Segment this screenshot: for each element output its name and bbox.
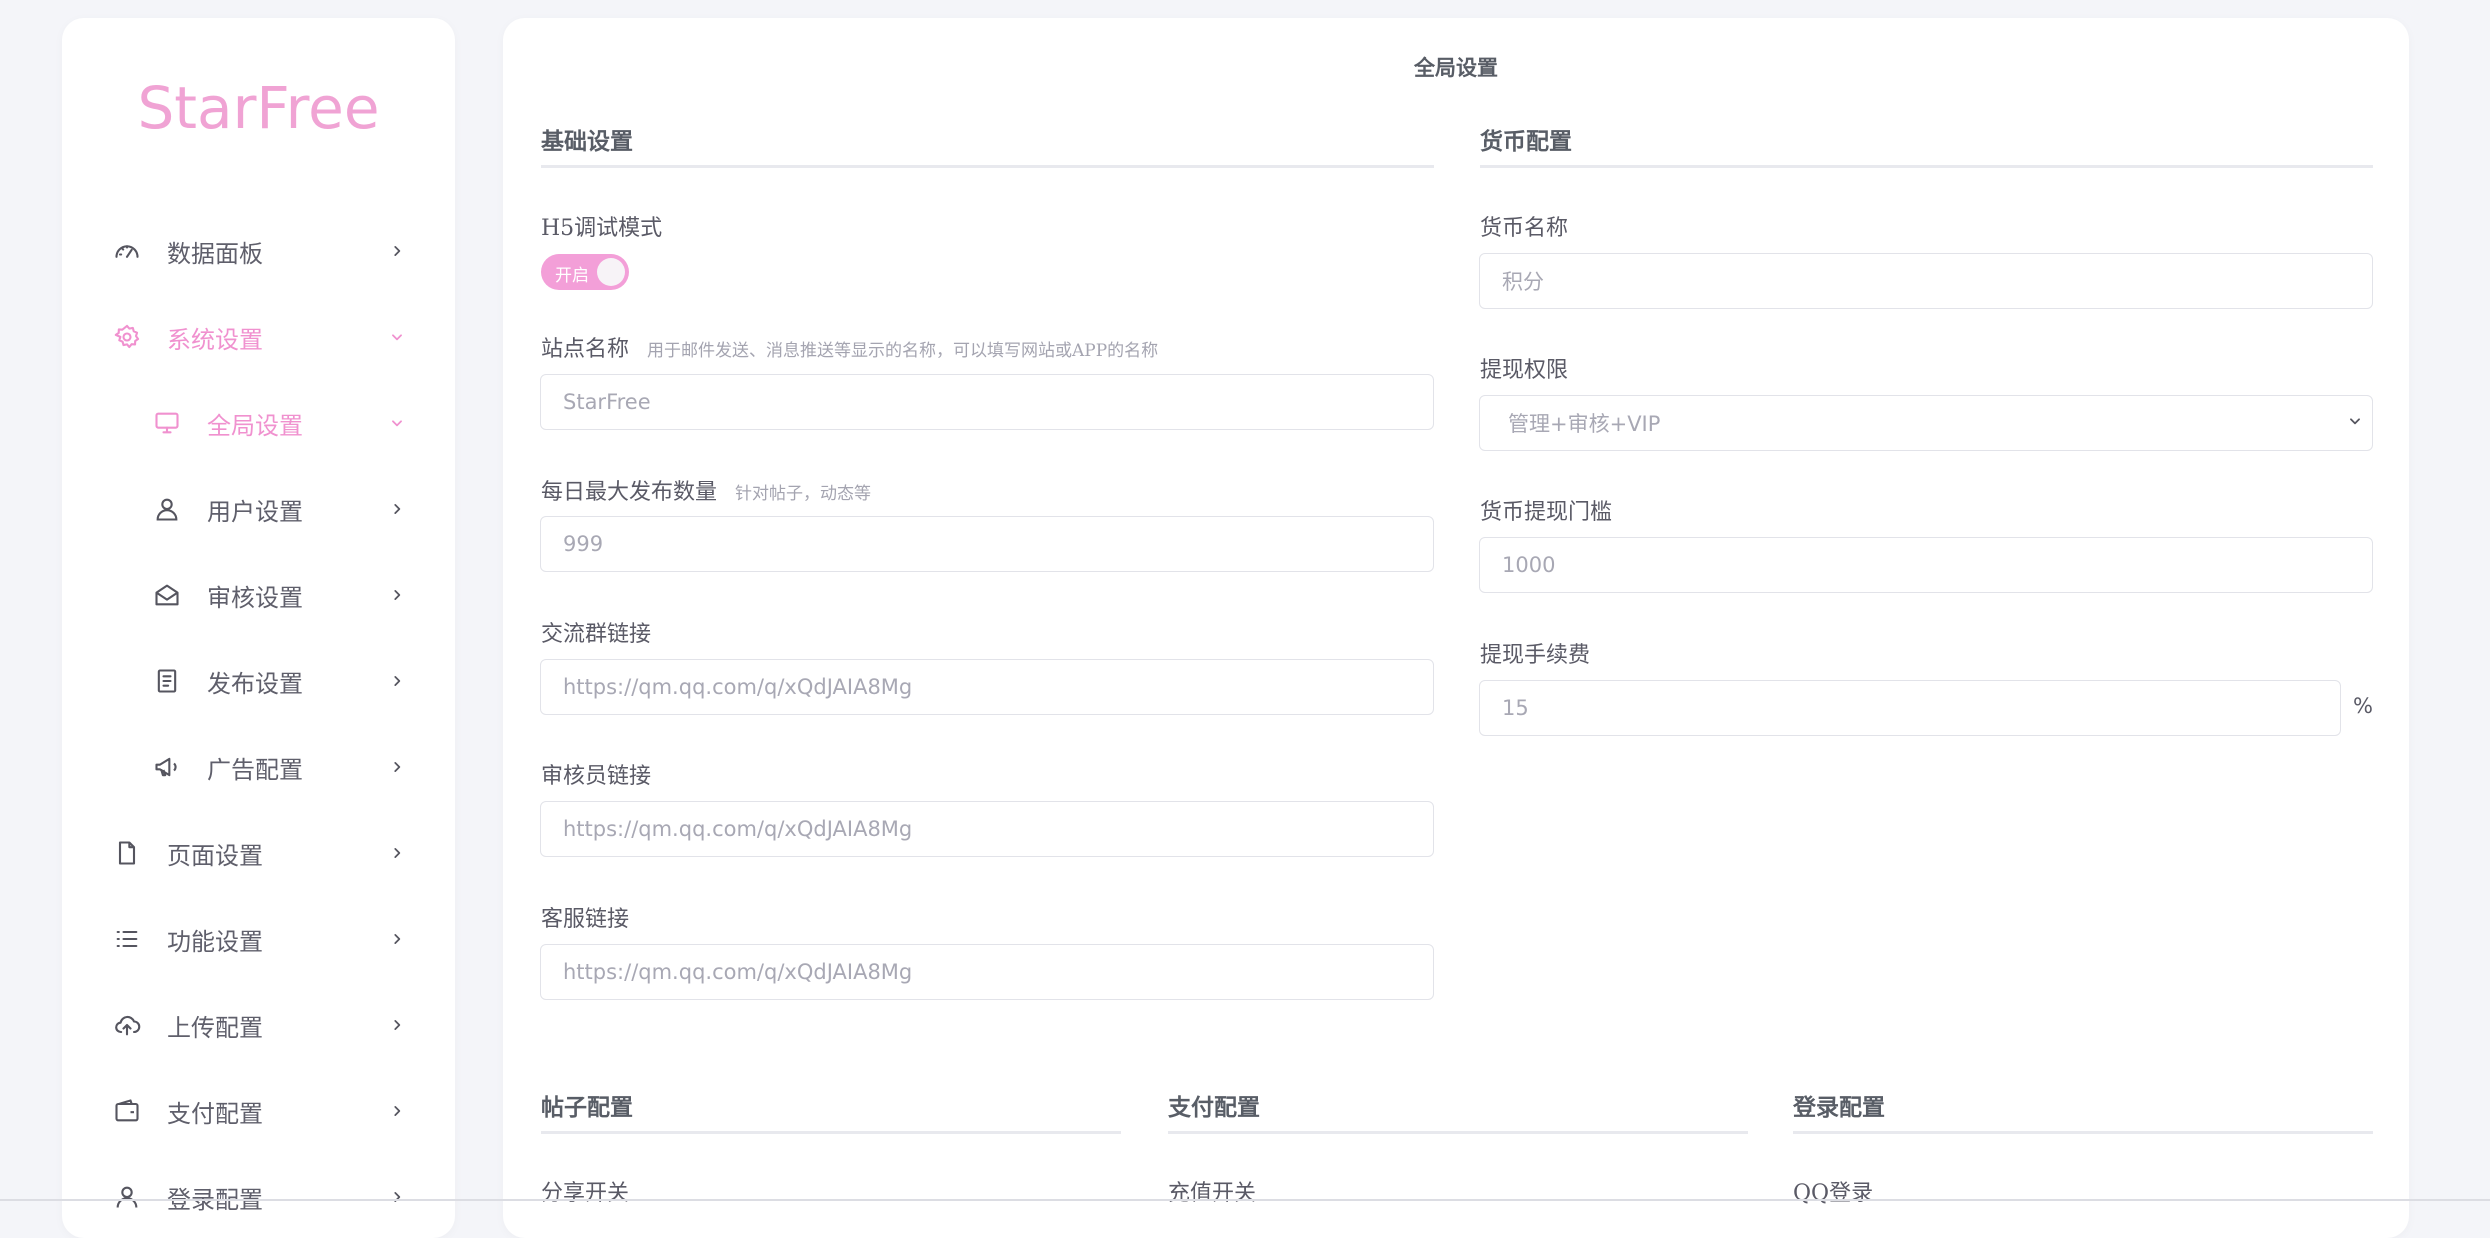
- list-icon: [112, 924, 142, 954]
- sidebar-item-user-settings[interactable]: 用户设置: [62, 479, 455, 539]
- user-icon: [152, 494, 182, 524]
- service-link-label: 客服链接: [541, 907, 630, 932]
- file-icon: [112, 838, 142, 868]
- withdraw-permission-select[interactable]: 管理+审核+VIP: [1479, 395, 2373, 451]
- chevron-right-icon: [387, 929, 407, 949]
- page-title: 全局设置: [1414, 56, 1498, 80]
- sidebar-item-label: 审核设置: [207, 583, 303, 612]
- section-divider: [1168, 1131, 1748, 1134]
- group-link-input[interactable]: https://qm.qq.com/q/xQdJAIA8Mg: [540, 659, 1434, 715]
- qq-login-label: QQ登录: [1793, 1181, 1874, 1206]
- chevron-right-icon: [387, 499, 407, 519]
- cloud-upload-icon: [112, 1010, 142, 1040]
- sidebar-item-login-config[interactable]: 登录配置: [62, 1167, 455, 1227]
- sidebar-item-label: 系统设置: [167, 325, 263, 354]
- recharge-switch-label: 充值开关: [1168, 1181, 1257, 1206]
- service-link-input[interactable]: https://qm.qq.com/q/xQdJAIA8Mg: [540, 944, 1434, 1000]
- reviewer-link-input[interactable]: https://qm.qq.com/q/xQdJAIA8Mg: [540, 801, 1434, 857]
- document-list-icon: [152, 666, 182, 696]
- withdraw-threshold-input[interactable]: 1000: [1479, 537, 2373, 593]
- sidebar-item-dashboard[interactable]: 数据面板: [62, 221, 455, 281]
- sidebar-item-ad-config[interactable]: 广告配置: [62, 737, 455, 797]
- percent-suffix: %: [2353, 694, 2373, 718]
- sidebar-item-label: 数据面板: [167, 239, 263, 268]
- currency-name-label: 货币名称: [1480, 216, 1569, 241]
- chevron-right-icon: [387, 1101, 407, 1121]
- sidebar-item-label: 上传配置: [167, 1013, 263, 1042]
- sidebar-item-feature-settings[interactable]: 功能设置: [62, 909, 455, 969]
- sidebar-item-page-settings[interactable]: 页面设置: [62, 823, 455, 883]
- section-divider: [541, 165, 1434, 168]
- sidebar-item-publish-settings[interactable]: 发布设置: [62, 651, 455, 711]
- site-name-label-text: 站点名称: [541, 337, 630, 362]
- toggle-knob: [597, 258, 625, 286]
- chevron-right-icon: [387, 757, 407, 777]
- section-title-basic: 基础设置: [541, 128, 633, 155]
- section-divider: [1793, 1131, 2373, 1134]
- section-title-login: 登录配置: [1793, 1094, 1885, 1121]
- withdraw-fee-input[interactable]: 15: [1479, 680, 2341, 736]
- h5-debug-toggle[interactable]: 开启: [541, 254, 629, 290]
- chevron-right-icon: [387, 1187, 407, 1207]
- sidebar-item-label: 功能设置: [167, 927, 263, 956]
- chevron-down-icon: [2348, 414, 2362, 428]
- currency-name-input[interactable]: 积分: [1479, 253, 2373, 309]
- sidebar-item-global-settings[interactable]: 全局设置: [62, 393, 455, 453]
- window-bottom-border: [0, 1199, 2490, 1201]
- gear-icon: [112, 322, 142, 352]
- chevron-right-icon: [387, 671, 407, 691]
- section-title-currency: 货币配置: [1480, 128, 1572, 155]
- h5-debug-label: H5调试模式: [541, 216, 663, 241]
- main-panel: 全局设置 基础设置 H5调试模式 开启 站点名称 用于邮件发送、消息推送等显示的名…: [503, 18, 2409, 1238]
- chevron-right-icon: [387, 1015, 407, 1035]
- withdraw-threshold-label: 货币提现门槛: [1480, 500, 1613, 525]
- sidebar-item-label: 全局设置: [207, 411, 303, 440]
- group-link-label: 交流群链接: [541, 622, 652, 647]
- site-name-hint: 用于邮件发送、消息推送等显示的名称，可以填写网站或APP的名称: [647, 341, 1159, 361]
- sidebar: StarFree 数据面板 系统设置 全局设置 用户设置 审核设置 发布设置 广…: [62, 18, 455, 1238]
- chevron-down-icon: [387, 327, 407, 347]
- withdraw-permission-label: 提现权限: [1480, 358, 1569, 383]
- daily-max-input[interactable]: 999: [540, 516, 1434, 572]
- sidebar-item-label: 登录配置: [167, 1185, 263, 1214]
- section-title-post: 帖子配置: [541, 1094, 633, 1121]
- daily-max-hint: 针对帖子，动态等: [735, 484, 872, 504]
- select-value: 管理+审核+VIP: [1508, 412, 1661, 436]
- site-name-label: 站点名称 用于邮件发送、消息推送等显示的名称，可以填写网站或APP的名称: [541, 331, 1158, 363]
- wallet-icon: [112, 1096, 142, 1126]
- reviewer-link-label: 审核员链接: [541, 764, 652, 789]
- toggle-label: 开启: [555, 266, 589, 286]
- sidebar-item-review-settings[interactable]: 审核设置: [62, 565, 455, 625]
- user-login-icon: [112, 1182, 142, 1212]
- sidebar-item-system-settings[interactable]: 系统设置: [62, 307, 455, 367]
- daily-max-label-text: 每日最大发布数量: [541, 480, 718, 505]
- sidebar-item-label: 发布设置: [207, 669, 303, 698]
- sidebar-item-label: 支付配置: [167, 1099, 263, 1128]
- monitor-icon: [152, 408, 182, 438]
- sidebar-item-payment-config[interactable]: 支付配置: [62, 1081, 455, 1141]
- section-divider: [1480, 165, 2373, 168]
- section-title-pay: 支付配置: [1168, 1094, 1260, 1121]
- sidebar-item-label: 页面设置: [167, 841, 263, 870]
- sidebar-item-label: 用户设置: [207, 497, 303, 526]
- chevron-right-icon: [387, 241, 407, 261]
- megaphone-icon: [152, 752, 182, 782]
- brand-logo: StarFree: [137, 74, 380, 142]
- sidebar-item-upload-config[interactable]: 上传配置: [62, 995, 455, 1055]
- chevron-right-icon: [387, 843, 407, 863]
- share-switch-label: 分享开关: [541, 1181, 630, 1206]
- chevron-right-icon: [387, 585, 407, 605]
- mail-open-icon: [152, 580, 182, 610]
- section-divider: [541, 1131, 1121, 1134]
- withdraw-fee-label: 提现手续费: [1480, 643, 1591, 668]
- sidebar-item-label: 广告配置: [207, 755, 303, 784]
- chevron-down-icon: [387, 413, 407, 433]
- daily-max-label: 每日最大发布数量 针对帖子，动态等: [541, 474, 871, 506]
- site-name-input[interactable]: StarFree: [540, 374, 1434, 430]
- gauge-icon: [112, 236, 142, 266]
